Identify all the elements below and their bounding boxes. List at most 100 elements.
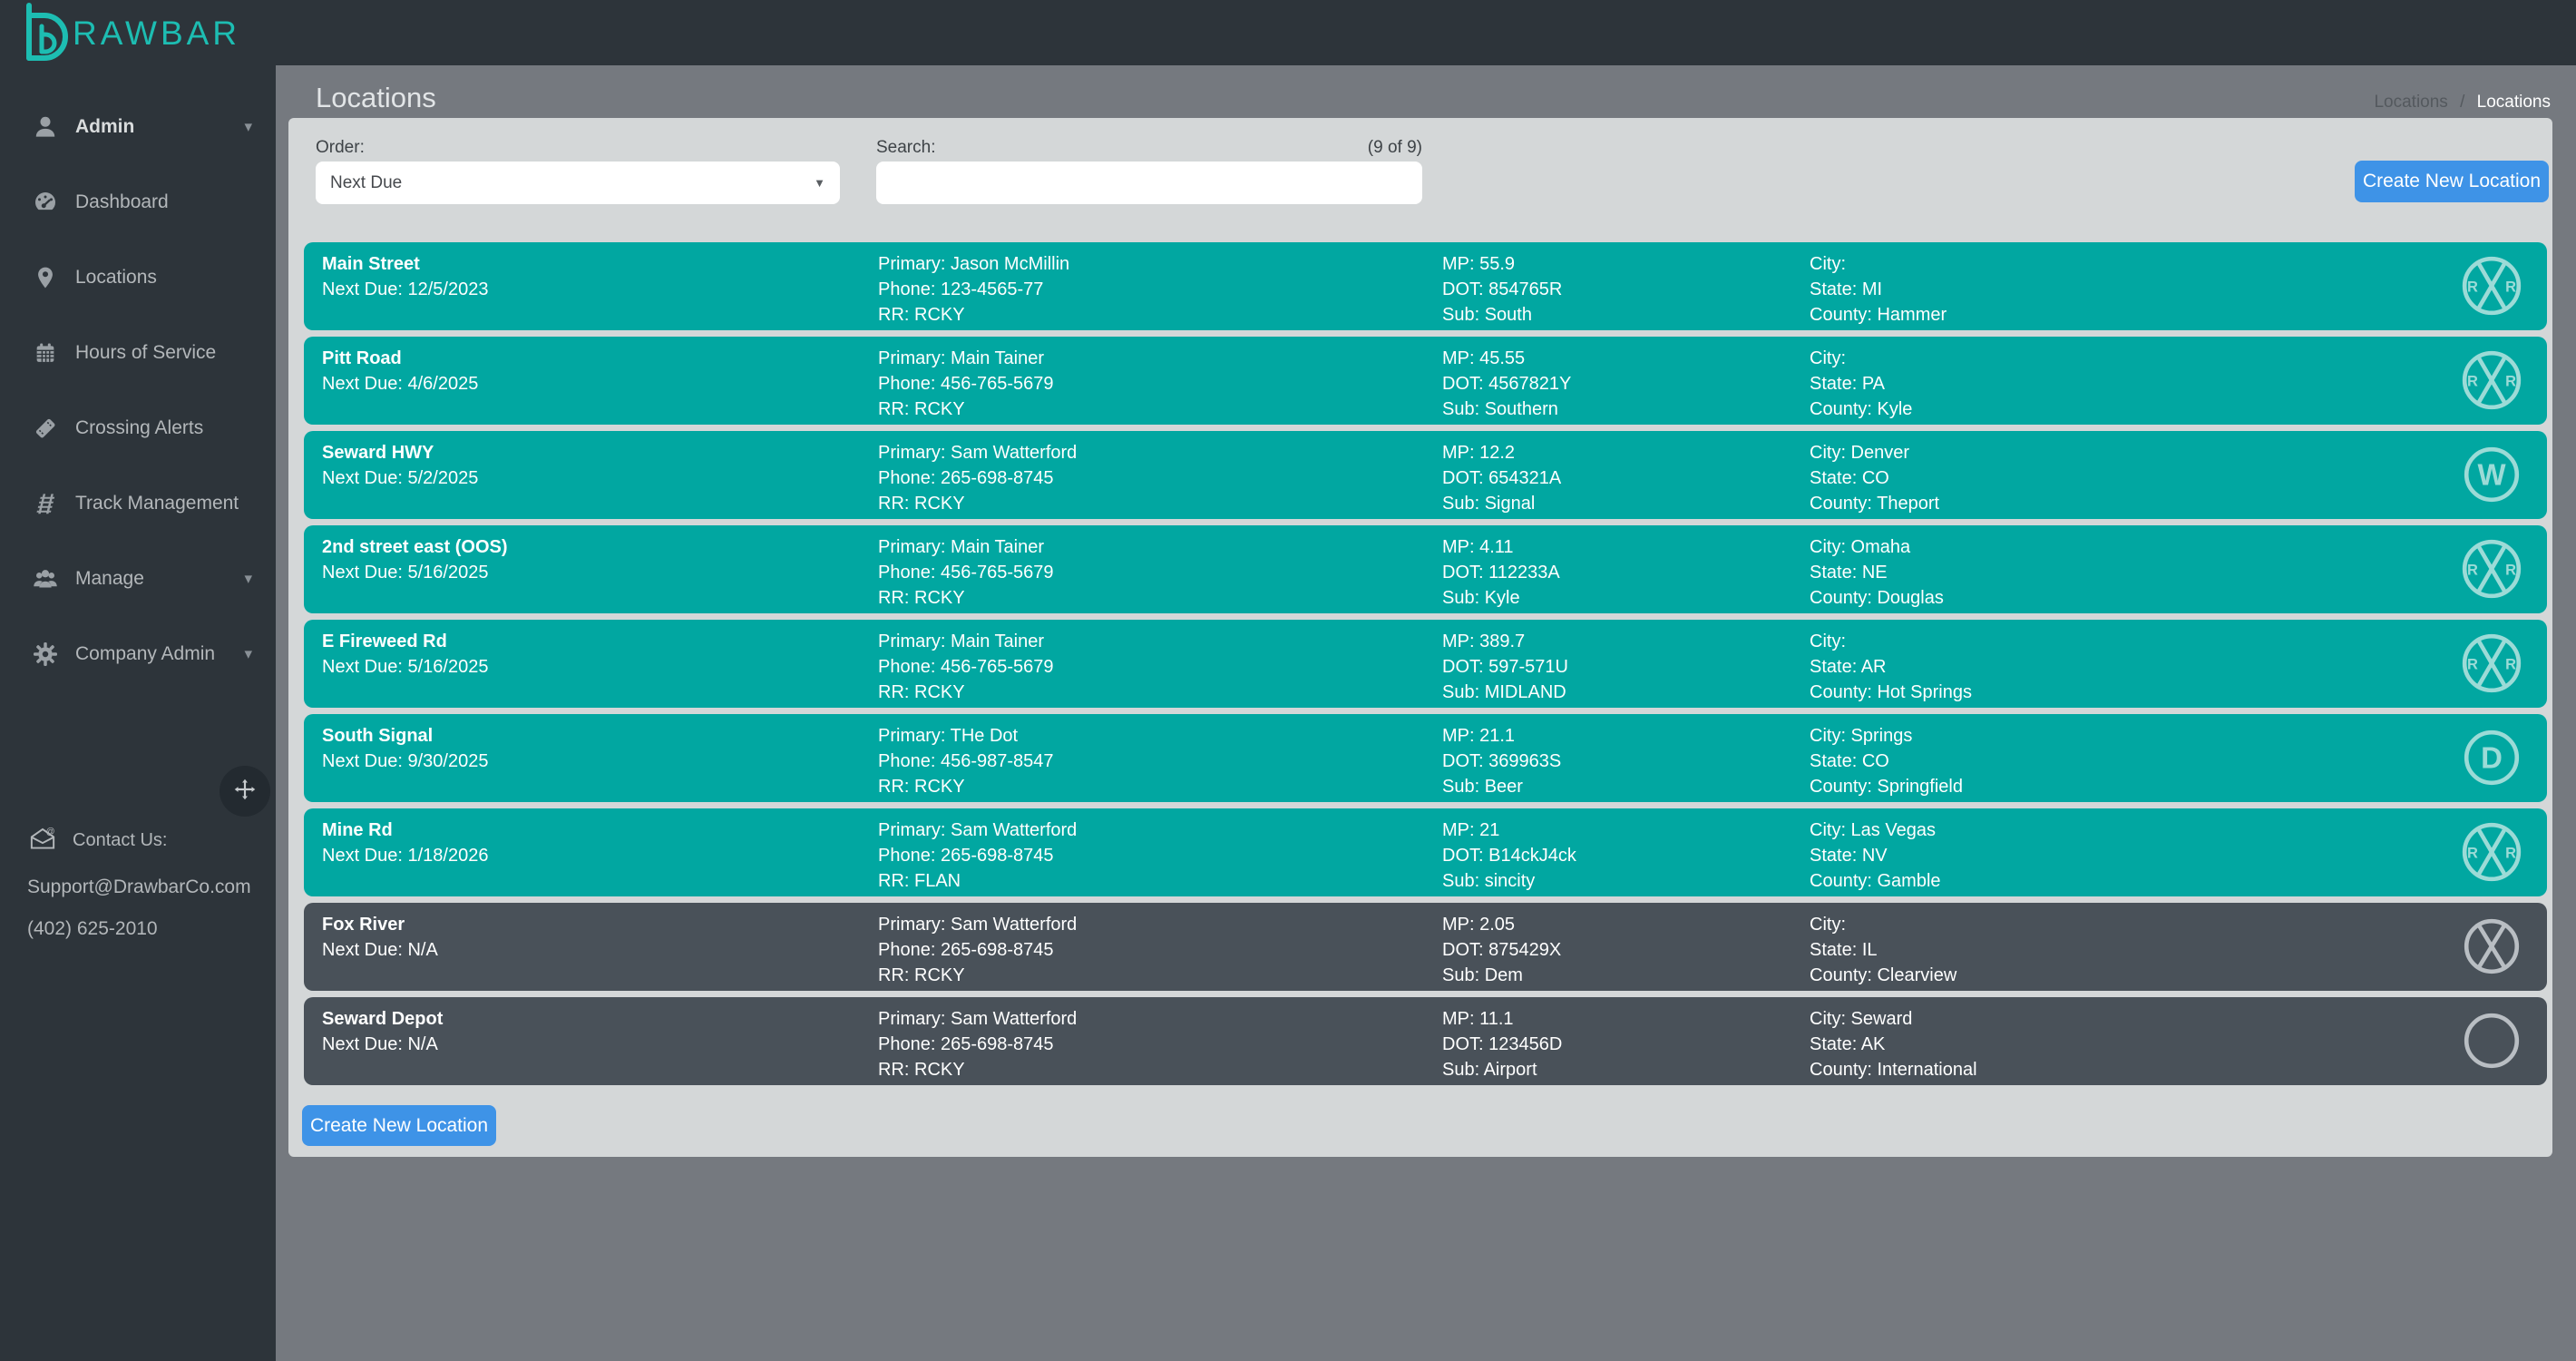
location-next-due: Next Due: 4/6/2025: [322, 371, 478, 397]
location-county: County: Gamble: [1810, 868, 1941, 894]
location-row[interactable]: South Signal Next Due: 9/30/2025 Primary…: [304, 714, 2547, 802]
sidebar-item-company-admin[interactable]: Company Admin ▾: [0, 616, 276, 691]
location-subdivision: Sub: Dem: [1442, 963, 1561, 988]
sidebar-item-hours-of-service[interactable]: Hours of Service: [0, 315, 276, 390]
contact-phone: (402) 625-2010: [27, 918, 263, 940]
drawbar-logo[interactable]: RAWBAR: [20, 5, 240, 62]
location-name: South Signal: [322, 723, 488, 749]
location-county: County: Kyle: [1810, 397, 1912, 422]
drawbar-logo-icon: [20, 2, 71, 66]
location-state: State: NV: [1810, 843, 1941, 868]
location-primary-contact: Primary: Sam Watterford: [878, 440, 1077, 465]
create-new-location-button[interactable]: Create New Location: [2355, 161, 2549, 202]
location-county: County: International: [1810, 1057, 1977, 1082]
location-primary-contact: Primary: THe Dot: [878, 723, 1054, 749]
top-bar: RAWBAR: [0, 0, 2576, 65]
location-row[interactable]: Main Street Next Due: 12/5/2023 Primary:…: [304, 242, 2547, 330]
main-content: Locations Locations / Locations Order: N…: [276, 65, 2576, 1361]
location-row[interactable]: Pitt Road Next Due: 4/6/2025 Primary: Ma…: [304, 337, 2547, 425]
location-primary-contact: Primary: Sam Watterford: [878, 818, 1077, 843]
crossing-x-icon: [2460, 915, 2523, 978]
svg-text:R: R: [2467, 279, 2478, 296]
location-row[interactable]: 2nd street east (OOS) Next Due: 5/16/202…: [304, 525, 2547, 613]
contact-email[interactable]: Support@DrawbarCo.com: [27, 876, 263, 898]
location-primary-contact: Primary: Jason McMillin: [878, 251, 1069, 277]
location-subdivision: Sub: Signal: [1442, 491, 1561, 516]
svg-text:R: R: [2505, 374, 2516, 390]
svg-text:R: R: [2505, 846, 2516, 862]
location-state: State: NE: [1810, 560, 1944, 585]
location-state: State: MI: [1810, 277, 1947, 302]
sidebar-item-manage[interactable]: Manage ▾: [0, 541, 276, 616]
location-railroad: RR: RCKY: [878, 491, 1077, 516]
location-row[interactable]: Seward HWY Next Due: 5/2/2025 Primary: S…: [304, 431, 2547, 519]
location-primary-contact: Primary: Sam Watterford: [878, 1006, 1077, 1032]
svg-text:R: R: [2505, 657, 2516, 673]
location-subdivision: Sub: sincity: [1442, 868, 1576, 894]
location-dot-number: DOT: 4567821Y: [1442, 371, 1571, 397]
locations-panel: Order: Next Due ▼ Search: (9 of 9) Creat…: [288, 118, 2552, 1157]
location-milepost: MP: 21.1: [1442, 723, 1561, 749]
create-new-location-button-bottom[interactable]: Create New Location: [302, 1105, 496, 1146]
location-phone: Phone: 456-765-5679: [878, 371, 1054, 397]
crossbuck-rxr-icon: R R: [2460, 254, 2523, 318]
location-name: Seward HWY: [322, 440, 478, 465]
location-milepost: MP: 389.7: [1442, 629, 1568, 654]
location-railroad: RR: RCKY: [878, 302, 1069, 328]
search-input[interactable]: [876, 162, 1422, 204]
svg-text:R: R: [2467, 846, 2478, 862]
svg-text:W: W: [2477, 457, 2506, 491]
order-select-value: Next Due: [330, 173, 402, 193]
users-icon: [27, 565, 63, 592]
sidebar-item-label: Company Admin: [75, 643, 215, 665]
location-railroad: RR: RCKY: [878, 585, 1054, 611]
location-subdivision: Sub: Southern: [1442, 397, 1571, 422]
breadcrumb: Locations / Locations: [2374, 93, 2551, 113]
location-name: 2nd street east (OOS): [322, 534, 508, 560]
sidebar-item-track-management[interactable]: Track Management: [0, 465, 276, 541]
location-state: State: AK: [1810, 1032, 1977, 1057]
location-dot-number: DOT: 654321A: [1442, 465, 1561, 491]
location-row[interactable]: Seward Depot Next Due: N/A Primary: Sam …: [304, 997, 2547, 1085]
calendar-icon: [27, 339, 63, 367]
location-next-due: Next Due: 5/16/2025: [322, 654, 488, 680]
location-row[interactable]: Mine Rd Next Due: 1/18/2026 Primary: Sam…: [304, 808, 2547, 896]
location-city: City: Las Vegas: [1810, 818, 1941, 843]
location-milepost: MP: 12.2: [1442, 440, 1561, 465]
sidebar-item-admin[interactable]: Admin ▾: [0, 89, 276, 164]
breadcrumb-separator: /: [2460, 93, 2464, 112]
location-city: City: Omaha: [1810, 534, 1944, 560]
location-dot-number: DOT: 112233A: [1442, 560, 1560, 585]
chevron-down-icon: ▾: [244, 570, 252, 588]
breadcrumb-parent[interactable]: Locations: [2374, 93, 2447, 112]
location-next-due: Next Due: 5/16/2025: [322, 560, 508, 585]
location-phone: Phone: 123-4565-77: [878, 277, 1069, 302]
location-railroad: RR: RCKY: [878, 1057, 1077, 1082]
location-county: County: Theport: [1810, 491, 1939, 516]
location-milepost: MP: 55.9: [1442, 251, 1562, 277]
location-row[interactable]: Fox River Next Due: N/A Primary: Sam Wat…: [304, 903, 2547, 991]
location-dot-number: DOT: 597-571U: [1442, 654, 1568, 680]
sidebar-item-label: Dashboard: [75, 191, 169, 213]
drag-handle-button[interactable]: [220, 766, 270, 817]
location-primary-contact: Primary: Main Tainer: [878, 346, 1054, 371]
location-name: Seward Depot: [322, 1006, 443, 1032]
location-phone: Phone: 456-765-5679: [878, 560, 1054, 585]
location-phone: Phone: 265-698-8745: [878, 843, 1077, 868]
location-row[interactable]: E Fireweed Rd Next Due: 5/16/2025 Primar…: [304, 620, 2547, 708]
empty-circle-icon: [2460, 1009, 2523, 1072]
whistle-sign-icon: W: [2460, 443, 2523, 506]
sidebar-item-crossing-alerts[interactable]: Crossing Alerts: [0, 390, 276, 465]
sidebar-item-dashboard[interactable]: Dashboard: [0, 164, 276, 240]
sidebar-item-locations[interactable]: Locations: [0, 240, 276, 315]
location-phone: Phone: 456-987-8547: [878, 749, 1054, 774]
location-city: City:: [1810, 346, 1912, 371]
order-select[interactable]: Next Due ▼: [316, 162, 840, 204]
contact-heading: Contact Us:: [73, 830, 167, 851]
svg-text:@: @: [46, 827, 55, 837]
sidebar-item-label: Hours of Service: [75, 342, 216, 364]
page-title: Locations: [316, 82, 436, 114]
location-name: Mine Rd: [322, 818, 488, 843]
location-list: Main Street Next Due: 12/5/2023 Primary:…: [304, 242, 2547, 1092]
location-subdivision: Sub: Airport: [1442, 1057, 1562, 1082]
